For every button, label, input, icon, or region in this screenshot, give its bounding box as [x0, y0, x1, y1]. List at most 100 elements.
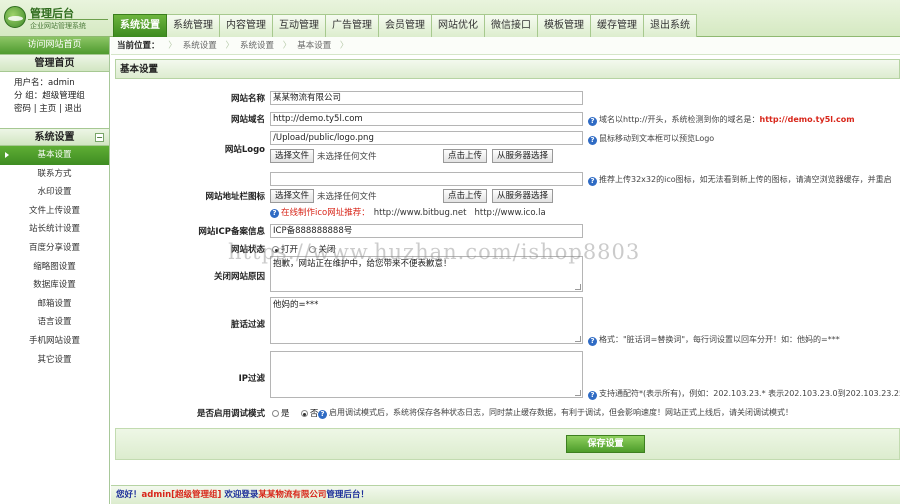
collapse-icon[interactable]: − — [95, 133, 104, 142]
favicon-server-select-button[interactable]: 从服务器选择 — [492, 189, 554, 203]
breadcrumb-item[interactable]: 系统设置 — [240, 41, 274, 51]
nav-tab[interactable]: 会员管理 — [379, 14, 432, 37]
logo-hint: ? 鼠标移动到文本框可以预览Logo — [588, 133, 714, 145]
favicon-no-file-text: 未选择任何文件 — [317, 192, 377, 202]
ico-links-label: 在线制作ico网址推荐： — [281, 208, 370, 218]
save-bar: 保存设置 — [115, 428, 900, 460]
debug-hint: ? 启用调试模式后，系统将保存各种状态日志，同时禁止缓存数据，有利于调试，但会影响… — [318, 407, 793, 419]
help-icon: ? — [588, 337, 597, 346]
ip-filter-label: IP过滤 — [238, 374, 265, 384]
breadcrumb: 当前位置： 〉系统设置 〉系统设置 〉基本设置 〉 — [111, 37, 900, 55]
logo-server-select-button[interactable]: 从服务器选择 — [492, 149, 554, 163]
ico-links: ? 在线制作ico网址推荐： http://www.bitbug.net http:/… — [270, 206, 546, 218]
nav-tab[interactable]: 广告管理 — [326, 14, 379, 37]
sidebar-menu-item[interactable]: 数据库设置 — [0, 276, 109, 295]
logo-subtitle: 企业网站管理系统 — [30, 22, 86, 30]
sidebar-menu-item[interactable]: 手机网站设置 — [0, 332, 109, 351]
password-link[interactable]: 密码 — [14, 104, 31, 114]
nav-tab[interactable]: 模板管理 — [538, 14, 591, 37]
icp-label: 网站ICP备案信息 — [198, 227, 265, 237]
breadcrumb-item: 基本设置 — [297, 41, 332, 51]
username-text: 用户名：admin — [14, 78, 75, 88]
favicon-upload-button[interactable]: 点击上传 — [443, 189, 488, 203]
sidebar-menu-item[interactable]: 邮箱设置 — [0, 295, 109, 314]
sidebar-menu: 基本设置 联系方式 水印设置 文件上传设置 站长统计设置 百度分享设置 缩略图设置 数据库设置… — [0, 146, 109, 369]
nav-tab[interactable]: 缓存管理 — [591, 14, 644, 37]
visit-site-link[interactable]: 访问网站首页 — [0, 37, 109, 54]
homepage-link[interactable]: 主页 — [39, 104, 56, 114]
nav-tab[interactable]: 退出系统 — [644, 14, 697, 37]
help-icon: ? — [588, 177, 597, 186]
nav-tab[interactable]: 系统管理 — [167, 14, 220, 37]
site-name-label: 网站名称 — [230, 94, 265, 104]
logo-no-file-text: 未选择任何文件 — [317, 152, 377, 162]
main-nav: 系统设置 系统管理 内容管理 互动管理 广告管理 会员管理 网站优化 微信接口 模板管理 缓存管理… — [113, 14, 697, 37]
help-icon: ? — [318, 410, 327, 419]
sidebar-menu-item[interactable]: 基本设置 — [0, 146, 109, 165]
sidebar-menu-item[interactable]: 站长统计设置 — [0, 220, 109, 239]
domain-input[interactable]: http://demo.ty5l.com — [270, 112, 583, 126]
nav-tab[interactable]: 内容管理 — [220, 14, 273, 37]
ico-link-bitbug[interactable]: http://www.bitbug.net — [374, 208, 467, 218]
word-filter-label: 脏话过滤 — [230, 320, 265, 330]
sidebar-menu-item[interactable]: 文件上传设置 — [0, 202, 109, 221]
help-icon: ? — [588, 136, 597, 145]
footer-greeting: 您好！ — [116, 490, 142, 500]
word-filter-textarea[interactable]: 他妈的=*** — [270, 297, 583, 344]
top-bar: 管理后台 企业网站管理系统 系统设置 系统管理 内容管理 互动管理 广告管理 会员管理 网站… — [0, 0, 900, 37]
word-filter-hint: ? 格式："脏话词=替换词"，每行词设置以回车分开！如：他妈的=*** — [588, 334, 840, 346]
sidebar-menu-item[interactable]: 其它设置 — [0, 351, 109, 370]
nav-tab[interactable]: 网站优化 — [432, 14, 485, 37]
logo-label: 网站Logo — [224, 145, 265, 155]
watermark: https://www.huzhan.com/ishop8803 — [228, 240, 641, 264]
sidebar-menu-item[interactable]: 联系方式 — [0, 165, 109, 184]
domain-label: 网站域名 — [230, 115, 265, 125]
sidebar-menu-item[interactable]: 百度分享设置 — [0, 239, 109, 258]
ip-filter-textarea[interactable] — [270, 351, 583, 398]
footer-welcome: 欢迎登录 — [221, 490, 259, 500]
user-group-text: 分 组：超级管理组 — [14, 91, 85, 101]
footer: 您好！admin[超级管理组] 欢迎登录某某物流有限公司管理后台！ — [111, 485, 900, 504]
ip-filter-hint: ? 支持通配符*(表示所有)，例如：202.103.23.* 表示202.103.… — [588, 388, 900, 400]
sidebar-menu-item[interactable]: 水印设置 — [0, 183, 109, 202]
save-button[interactable]: 保存设置 — [566, 435, 645, 453]
help-icon: ? — [270, 209, 279, 218]
sidebar-section-title: 系统设置 — [34, 132, 75, 143]
footer-user: admin[超级管理组] — [141, 490, 222, 500]
favicon-path-input[interactable] — [270, 172, 583, 186]
nav-tab[interactable]: 系统设置 — [113, 14, 167, 37]
debug-yes-radio[interactable] — [272, 410, 279, 417]
user-links: 密码 | 主页 | 退出 — [14, 104, 82, 114]
logo-path-input[interactable]: /Upload/public/logo.png — [270, 131, 583, 145]
logo: 管理后台 企业网站管理系统 — [2, 3, 110, 35]
help-icon: ? — [588, 117, 597, 126]
logout-link[interactable]: 退出 — [65, 104, 82, 114]
icp-input[interactable]: ICP备888888888号 — [270, 224, 583, 238]
logo-upload-button[interactable]: 点击上传 — [443, 149, 488, 163]
logo-icon — [4, 6, 26, 28]
logo-choose-file-button[interactable]: 选择文件 — [270, 149, 315, 163]
ico-link-icola[interactable]: http://www.ico.la — [475, 208, 546, 218]
admin-home-link[interactable]: 管理首页 — [0, 54, 109, 72]
main-content: 当前位置： 〉系统设置 〉系统设置 〉基本设置 〉 基本设置 网站名称 某某物流… — [111, 37, 900, 504]
sidebar-menu-item[interactable]: 缩略图设置 — [0, 258, 109, 277]
debug-no-radio[interactable] — [300, 410, 308, 417]
debug-label: 是否启用调试模式 — [196, 409, 265, 419]
site-name-input[interactable]: 某某物流有限公司 — [270, 91, 583, 105]
sidebar: 访问网站首页 管理首页 用户名：admin 分 组：超级管理组 密码 | 主页 … — [0, 37, 110, 504]
nav-tab[interactable]: 微信接口 — [485, 14, 538, 37]
footer-company: 某某物流有限公司 — [258, 490, 327, 500]
close-reason-label: 关闭网站原因 — [213, 272, 265, 282]
section-title: 基本设置 — [115, 59, 900, 79]
sidebar-section-header[interactable]: 系统设置 − — [0, 128, 109, 146]
domain-hint: ? 域名以http://开头，系统检测到你的域名是：http://demo.ty5… — [588, 114, 855, 126]
debug-options: 是 否 — [272, 407, 318, 419]
nav-tab[interactable]: 互动管理 — [273, 14, 326, 37]
favicon-choose-file-button[interactable]: 选择文件 — [270, 189, 315, 203]
breadcrumb-label: 当前位置： — [117, 41, 160, 51]
user-info: 用户名：admin 分 组：超级管理组 密码 | 主页 | 退出 — [0, 72, 109, 128]
sidebar-menu-item[interactable]: 语言设置 — [0, 313, 109, 332]
breadcrumb-item[interactable]: 系统设置 — [183, 41, 217, 51]
footer-tail: 管理后台！ — [326, 490, 369, 500]
detected-domain: http://demo.ty5l.com — [759, 115, 855, 124]
